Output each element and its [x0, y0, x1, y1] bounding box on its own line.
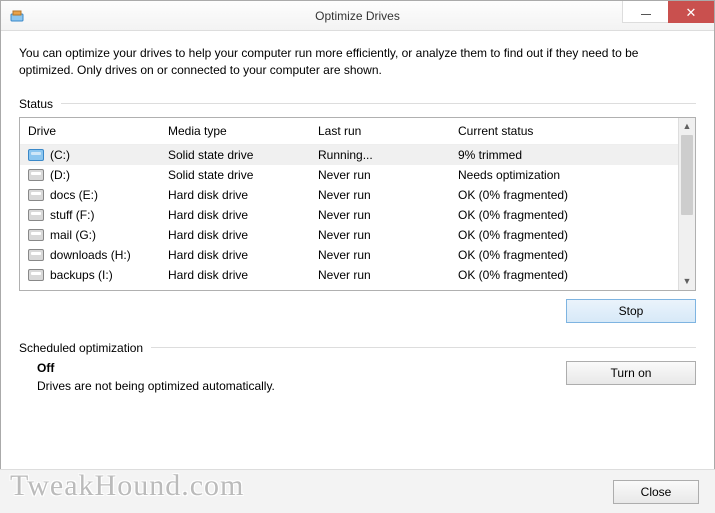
table-row[interactable]: docs (E:) Hard disk driveNever runOK (0% … [20, 185, 678, 205]
drive-media: Solid state drive [160, 165, 310, 185]
minimize-button[interactable] [622, 1, 668, 23]
drive-name: mail (G:) [50, 228, 96, 242]
schedule-section-header: Scheduled optimization [19, 341, 696, 355]
content-area: You can optimize your drives to help you… [1, 31, 714, 407]
drive-icon [28, 189, 44, 201]
drive-table: Drive Media type Last run Current status… [20, 118, 678, 282]
table-row[interactable]: downloads (H:) Hard disk driveNever runOK… [20, 245, 678, 265]
scroll-thumb[interactable] [681, 135, 693, 215]
action-button-row: Stop [19, 299, 696, 323]
footer: Close [0, 469, 715, 513]
drive-media: Hard disk drive [160, 265, 310, 282]
drive-icon [28, 249, 44, 261]
drive-lastrun: Never run [310, 265, 450, 282]
drive-lastrun: Never run [310, 185, 450, 205]
drive-icon [28, 269, 44, 281]
drive-lastrun: Never run [310, 245, 450, 265]
drive-list: Drive Media type Last run Current status… [19, 117, 696, 291]
table-row[interactable]: mail (G:) Hard disk driveNever runOK (0% … [20, 225, 678, 245]
close-button[interactable]: Close [613, 480, 699, 504]
schedule-desc: Drives are not being optimized automatic… [37, 379, 566, 393]
drive-status: OK (0% fragmented) [450, 205, 678, 225]
scroll-down-button[interactable]: ▼ [679, 273, 695, 290]
scroll-up-button[interactable]: ▲ [679, 118, 695, 135]
drive-status: OK (0% fragmented) [450, 185, 678, 205]
schedule-state: Off [37, 361, 566, 375]
drive-name: (C:) [50, 148, 70, 162]
drive-name: backups (I:) [50, 268, 113, 282]
drive-lastrun: Never run [310, 165, 450, 185]
schedule-label: Scheduled optimization [19, 341, 143, 355]
drive-media: Hard disk drive [160, 225, 310, 245]
drive-media: Hard disk drive [160, 205, 310, 225]
drive-icon [28, 169, 44, 181]
col-lastrun[interactable]: Last run [310, 118, 450, 145]
drive-status: OK (0% fragmented) [450, 225, 678, 245]
schedule-text: Off Drives are not being optimized autom… [19, 361, 566, 393]
drive-name: stuff (F:) [50, 208, 94, 222]
window-controls: ✕ [622, 1, 714, 23]
titlebar: Optimize Drives ✕ [1, 1, 714, 31]
drive-status: OK (0% fragmented) [450, 265, 678, 282]
drive-icon [28, 229, 44, 241]
col-drive[interactable]: Drive [20, 118, 160, 145]
schedule-row: Off Drives are not being optimized autom… [19, 361, 696, 393]
table-row[interactable]: backups (I:) Hard disk driveNever runOK (… [20, 265, 678, 282]
table-header-row: Drive Media type Last run Current status [20, 118, 678, 145]
drive-status: OK (0% fragmented) [450, 245, 678, 265]
table-row[interactable]: stuff (F:) Hard disk driveNever runOK (0%… [20, 205, 678, 225]
close-icon: ✕ [686, 6, 697, 19]
intro-text: You can optimize your drives to help you… [19, 45, 696, 79]
drive-name: docs (E:) [50, 188, 98, 202]
drive-status: Needs optimization [450, 165, 678, 185]
drive-media: Hard disk drive [160, 185, 310, 205]
table-row[interactable]: (C:) Solid state driveRunning...9% trimme… [20, 144, 678, 165]
scroll-track[interactable] [679, 135, 695, 273]
drive-name: downloads (H:) [50, 248, 131, 262]
status-label: Status [19, 97, 53, 111]
divider [61, 103, 696, 104]
close-window-button[interactable]: ✕ [668, 1, 714, 23]
drive-lastrun: Never run [310, 205, 450, 225]
stop-button[interactable]: Stop [566, 299, 696, 323]
drive-name: (D:) [50, 168, 70, 182]
drive-lastrun: Running... [310, 144, 450, 165]
drive-status: 9% trimmed [450, 144, 678, 165]
vertical-scrollbar[interactable]: ▲ ▼ [678, 118, 695, 290]
drive-media: Hard disk drive [160, 245, 310, 265]
drive-lastrun: Never run [310, 225, 450, 245]
drive-icon [28, 209, 44, 221]
drive-media: Solid state drive [160, 144, 310, 165]
status-section-header: Status [19, 97, 696, 111]
window-title: Optimize Drives [1, 9, 714, 23]
divider [151, 347, 696, 348]
turn-on-button[interactable]: Turn on [566, 361, 696, 385]
col-status[interactable]: Current status [450, 118, 678, 145]
drive-icon [28, 149, 44, 161]
table-row[interactable]: (D:) Solid state driveNever runNeeds opti… [20, 165, 678, 185]
col-media[interactable]: Media type [160, 118, 310, 145]
